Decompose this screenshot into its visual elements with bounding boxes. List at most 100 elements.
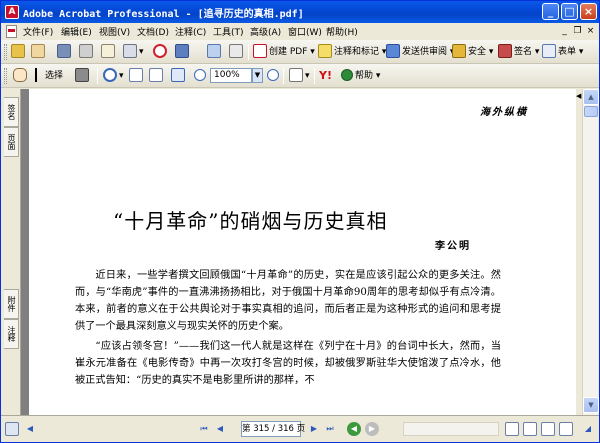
single-page-layout-icon[interactable] xyxy=(505,422,519,436)
continuous-facing-layout-icon[interactable] xyxy=(559,422,573,436)
paperclip-icon xyxy=(123,43,137,58)
fit-page-button[interactable] xyxy=(149,67,165,85)
horizontal-scrollbar[interactable] xyxy=(403,422,499,436)
printer-icon xyxy=(79,43,93,58)
organizer-button[interactable] xyxy=(207,43,223,61)
tab-pages-label: 页面 xyxy=(7,134,16,150)
attach-button[interactable]: ▾ xyxy=(123,43,144,61)
previous-view-icon[interactable]: ◀ xyxy=(347,422,361,436)
zoom-in-icon xyxy=(267,68,279,81)
document-viewport[interactable]: 海外纵横 “十月革命”的硝烟与历史真相 李公明 近日来，一些学者撰文回顾俄国“十… xyxy=(21,89,576,415)
document-menu-icon[interactable] xyxy=(6,25,17,38)
facing-layout-icon[interactable] xyxy=(541,422,555,436)
zoom-tool-button[interactable]: ▾ xyxy=(103,67,124,85)
toolbar-separator xyxy=(283,68,284,84)
email-button[interactable] xyxy=(101,43,117,61)
help-button[interactable]: 帮助 ▾ xyxy=(341,67,380,85)
scroll-down-arrow-icon[interactable]: ▼ xyxy=(583,397,599,413)
menu-file[interactable]: 文件(F) xyxy=(23,25,53,38)
collaborate-button[interactable] xyxy=(153,43,169,61)
next-page-icon[interactable]: ▶ xyxy=(307,422,321,436)
find-binoculars-icon xyxy=(175,43,189,58)
find-button[interactable] xyxy=(175,43,191,61)
fit-width-icon xyxy=(171,67,185,82)
hand-icon xyxy=(13,67,27,82)
acrobat-window: A Adobe Acrobat Professional - [追寻历史的真相.… xyxy=(0,0,600,443)
tab-pages[interactable]: 页面 xyxy=(4,127,19,157)
menu-window[interactable]: 窗口(W) xyxy=(288,25,322,38)
pen-sign-icon xyxy=(498,43,512,58)
select-tool-button[interactable]: 选择 xyxy=(35,67,63,85)
resize-grip-icon[interactable]: ◢ xyxy=(581,422,595,436)
send-review-button[interactable]: 发送供审阅 ▾ xyxy=(386,43,454,61)
zoom-in-button[interactable] xyxy=(267,67,281,85)
create-pdf-button[interactable]: 创建 PDF ▾ xyxy=(253,43,315,61)
print-button[interactable] xyxy=(79,43,95,61)
page-size-icon[interactable] xyxy=(5,422,19,436)
page-number-field[interactable]: 第 315 / 316 页 xyxy=(241,421,305,437)
actual-size-button[interactable] xyxy=(129,67,145,85)
doc-minimize-icon[interactable]: _ xyxy=(559,26,570,37)
comment-markup-label: 注释和标记 xyxy=(334,47,380,57)
maximize-button[interactable]: □ xyxy=(561,3,578,20)
text-cursor-icon xyxy=(35,67,43,82)
save-button[interactable] xyxy=(57,43,73,61)
menu-edit[interactable]: 编辑(E) xyxy=(61,25,92,38)
scroll-up-arrow-icon[interactable]: ▲ xyxy=(583,89,599,105)
organizer-icon xyxy=(207,43,221,58)
create-button[interactable] xyxy=(31,43,47,61)
menu-document[interactable]: 文档(D) xyxy=(137,25,169,38)
snapshot-button[interactable] xyxy=(75,67,91,85)
actual-size-icon xyxy=(129,67,143,82)
menu-view[interactable]: 视图(V) xyxy=(99,25,130,38)
next-view-icon[interactable]: ▶ xyxy=(365,422,379,436)
select-label: 选择 xyxy=(45,71,64,81)
continuous-layout-icon[interactable] xyxy=(523,422,537,436)
first-page-icon[interactable]: ⏮ xyxy=(197,422,211,436)
zoom-level-input[interactable]: 100% xyxy=(210,68,252,83)
article-body: 近日来，一些学者撰文回顾俄国“十月革命”的历史，实在是应该引起公众的更多关注。然… xyxy=(75,267,501,392)
hand-tool-button[interactable] xyxy=(13,67,29,85)
toolbar-grip[interactable] xyxy=(4,44,7,60)
security-button[interactable]: 安全 ▾ xyxy=(452,43,493,61)
menu-advanced[interactable]: 高级(A) xyxy=(250,25,281,38)
forms-label: 表单 xyxy=(558,47,577,57)
fit-page-icon xyxy=(149,67,163,82)
menu-help[interactable]: 帮助(H) xyxy=(326,25,358,38)
globe-red-icon xyxy=(153,43,167,58)
comment-markup-button[interactable]: 注释和标记 ▾ xyxy=(318,43,386,61)
security-label: 安全 xyxy=(468,47,487,57)
menu-tools[interactable]: 工具(T) xyxy=(213,25,244,38)
previous-page-icon[interactable]: ◀ xyxy=(213,422,227,436)
rotate-view-button[interactable]: ▾ xyxy=(289,67,310,85)
zoom-out-button[interactable] xyxy=(194,67,208,85)
yahoo-search-icon[interactable]: Y! xyxy=(319,67,332,85)
close-button[interactable]: × xyxy=(580,3,597,20)
navigation-toolbar: 选择 ▾ 100% ▼ ▾ Y! 帮助 ▾ xyxy=(1,64,599,88)
sign-button[interactable]: 签名 ▾ xyxy=(498,43,539,61)
pdf-page[interactable]: 海外纵横 “十月革命”的硝烟与历史真相 李公明 近日来，一些学者撰文回顾俄国“十… xyxy=(29,89,576,415)
copy-button[interactable] xyxy=(229,43,245,61)
help-question-icon xyxy=(341,68,353,81)
minimize-button[interactable]: _ xyxy=(542,3,559,20)
last-page-icon[interactable]: ⏭ xyxy=(323,422,337,436)
tab-signatures[interactable]: 签名 xyxy=(4,97,19,127)
scroll-thumb[interactable] xyxy=(584,106,598,117)
doc-close-icon[interactable]: × xyxy=(585,26,596,37)
paragraph: “应该占领冬宫！”——我们这一代人就是这样在《列宁在十月》的台词中长大，然而，当… xyxy=(75,341,501,386)
open-button[interactable] xyxy=(11,43,27,61)
forms-button[interactable]: 表单 ▾ xyxy=(542,43,583,61)
menu-bar: 文件(F) 编辑(E) 视图(V) 文档(D) 注释(C) 工具(T) 高级(A… xyxy=(1,23,599,40)
toolbar-grip[interactable] xyxy=(4,68,7,84)
zoom-dropdown-button[interactable]: ▼ xyxy=(252,68,263,83)
doc-restore-icon[interactable]: ❐ xyxy=(572,26,583,37)
tab-comments[interactable]: 注释 xyxy=(4,319,19,349)
create-pdf-icon xyxy=(253,43,267,58)
create-pdf-label: 创建 PDF xyxy=(269,47,308,57)
fit-width-button[interactable] xyxy=(171,67,187,85)
vertical-scrollbar[interactable]: ▲ ▼ xyxy=(582,89,599,415)
magnifier-icon xyxy=(103,67,117,82)
menu-comments[interactable]: 注释(C) xyxy=(175,25,206,38)
tab-attachments[interactable]: 附件 xyxy=(4,289,19,319)
collapse-left-icon[interactable]: ◀ xyxy=(23,422,37,436)
